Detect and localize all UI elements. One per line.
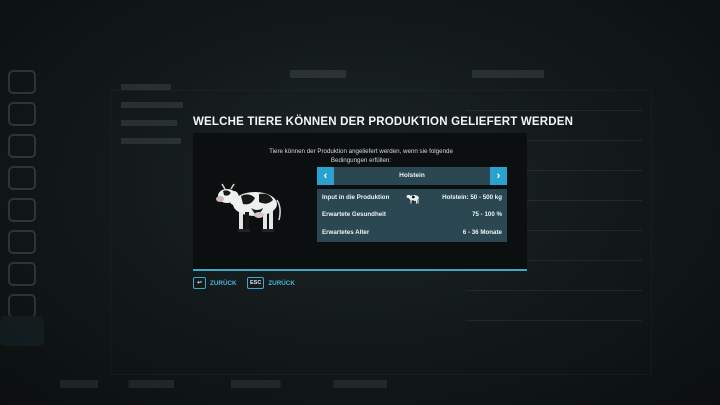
background-list-item [121,138,181,144]
requirement-row-age: Erwartetes Alter 6 - 36 Monate [317,224,507,242]
esc-key-icon: ESC [247,277,265,289]
return-key-icon: ↩ [193,277,206,289]
background-row [466,320,642,321]
map-icon [8,134,36,158]
animal-type-selector[interactable]: ‹ Holstein › [317,167,507,185]
requirement-value: 75 - 100 % [472,211,502,218]
background-page-heading [119,43,123,55]
dialog-info-text: Tiere können der Produktion angeliefert … [266,147,456,165]
back-button[interactable]: ↩ ZURÜCK [193,277,237,289]
background-row [466,110,642,111]
tractor-icon [8,102,36,126]
requirement-label: Input in die Produktion [322,194,390,201]
chevron-left-icon: ‹ [323,170,328,182]
background-column-heading [472,70,544,78]
selector-value: Holstein [399,172,425,179]
background-column-heading [290,70,346,78]
background-list-item [121,120,177,126]
holstein-cow-image [216,183,281,232]
selector-next-button[interactable]: › [490,167,507,185]
background-footer [60,380,440,388]
requirement-label: Erwartetes Alter [322,229,370,236]
info-line-2: Bedingungen erfüllen: [330,157,392,164]
chevron-right-icon: › [496,170,501,182]
esc-back-button-label: ZURÜCK [268,279,295,287]
background-list-item [121,84,171,90]
finance-icon [8,230,36,254]
requirement-row-input: Input in die Produktion Holstein: 50 - 5… [317,189,507,207]
background-list-item [121,102,183,108]
requirement-label: Erwartete Gesundheit [322,211,386,218]
back-button-label: ZURÜCK [210,279,237,287]
requirement-value: 6 - 36 Monate [462,229,502,236]
steering-wheel-icon [8,70,36,94]
weather-icon [8,198,36,222]
cow-mini-icon [406,194,419,204]
requirement-value: Holstein: 50 - 500 kg [442,194,502,201]
selector-prev-button[interactable]: ‹ [317,167,334,185]
contracts-icon [8,294,36,318]
esc-back-button[interactable]: ESC ZURÜCK [247,277,295,289]
production-icon [0,316,44,346]
chart-icon [8,166,36,190]
info-line-1: Tiere können der Produktion angeliefert … [269,148,453,155]
sidebar [0,60,44,350]
background-row [466,290,642,291]
dialog-title: WELCHE TIERE KÖNNEN DER PRODUKTION GELIE… [193,116,574,128]
requirement-row-health: Erwartete Gesundheit 75 - 100 % [317,206,507,224]
animals-icon [8,262,36,286]
